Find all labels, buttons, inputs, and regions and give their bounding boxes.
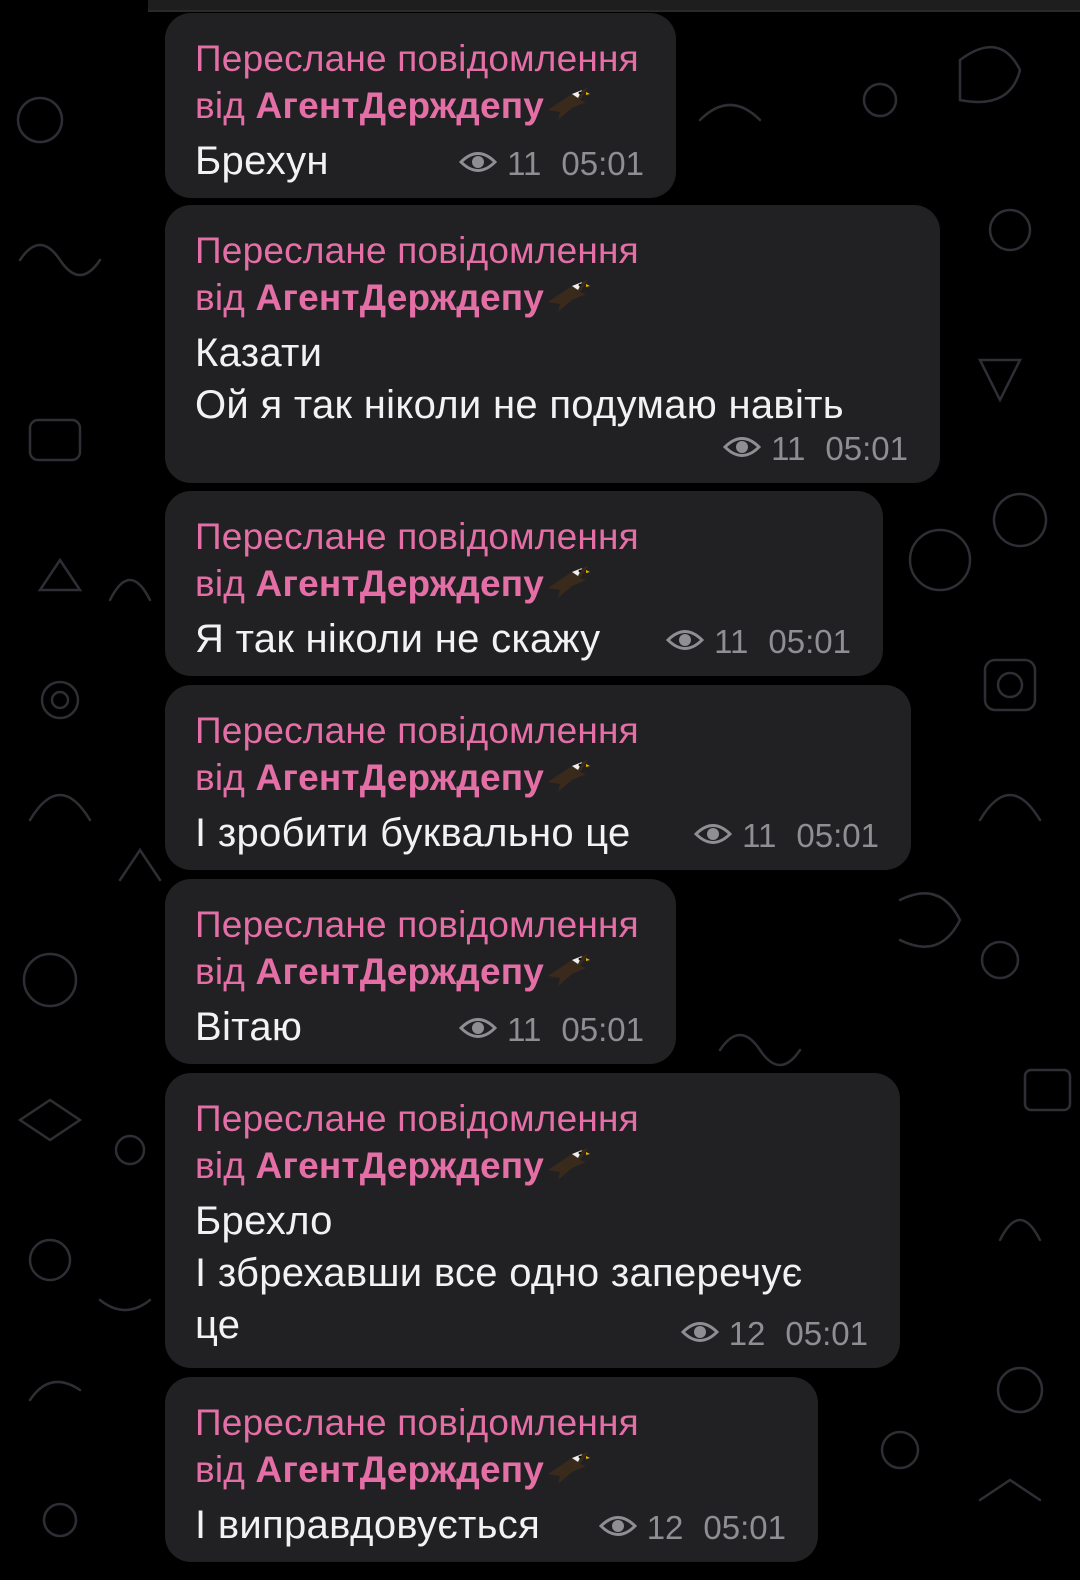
message-time: 05:01 [785,1315,868,1352]
message-time: 05:01 [703,1509,786,1546]
forward-sender-name[interactable]: АгентДерждепу [256,563,545,604]
eye-icon [666,622,705,662]
message-text-line: Брехло [195,1199,333,1243]
forward-label: Переслане повідомлення [195,710,639,751]
forward-from-prefix: від [195,563,256,604]
message-meta: 12 05:01 [680,1314,868,1354]
forward-header: Переслане повідомлення від АгентДерждепу [195,513,853,613]
eagle-emoji-icon [546,278,591,327]
top-panel-edge [148,0,1080,12]
eye-icon [680,1314,719,1354]
message-bubble[interactable]: Переслане повідомлення від АгентДерждепу… [165,879,676,1064]
message-bubble[interactable]: Переслане повідомлення від АгентДерждепу… [165,491,883,676]
forward-sender-name[interactable]: АгентДерждепу [256,951,545,992]
view-count: 12 [646,1509,684,1546]
message-bubble[interactable]: Переслане повідомлення від АгентДерждепу… [165,1073,900,1368]
message-bubble[interactable]: Переслане повідомлення від АгентДерждепу… [165,13,676,198]
message-meta: 11 05:01 [666,622,851,662]
view-count: 12 [728,1315,766,1352]
eagle-emoji-icon [546,1450,591,1499]
view-count: 11 [742,817,777,854]
message-time: 05:01 [768,623,851,660]
forward-from-prefix: від [195,1145,256,1186]
message-time: 05:01 [561,1011,644,1048]
forward-sender-name[interactable]: АгентДерждепу [256,277,545,318]
forward-from-prefix: від [195,757,256,798]
forward-from-prefix: від [195,1449,256,1490]
forward-from-prefix: від [195,951,256,992]
message-bubble[interactable]: Переслане повідомлення від АгентДерждепу… [165,685,911,870]
forward-label: Переслане повідомлення [195,1402,639,1443]
message-text-line: Казати [195,331,323,375]
message-bubble[interactable]: Переслане повідомлення від АгентДерждепу… [165,205,940,483]
message-meta: 11 05:01 [694,816,879,856]
forward-label: Переслане повідомлення [195,38,639,79]
eagle-emoji-icon [546,86,591,135]
view-count: 11 [714,623,749,660]
forward-header: Переслане повідомлення від АгентДерждепу [195,707,881,807]
message-text-line: І збрехавши все одно заперечує [195,1251,803,1295]
eye-icon [459,1010,498,1050]
forward-sender-name[interactable]: АгентДерждепу [256,1449,545,1490]
forward-header: Переслане повідомлення від АгентДерждепу [195,1399,788,1499]
eagle-emoji-icon [546,952,591,1001]
message-meta: 12 05:01 [598,1508,786,1548]
message-meta: 11 05:01 [723,429,908,469]
eye-icon [723,429,762,469]
forward-header: Переслане повідомлення від АгентДерждепу [195,35,646,135]
forward-label: Переслане повідомлення [195,230,639,271]
view-count: 11 [507,1011,542,1048]
eagle-emoji-icon [546,758,591,807]
message-meta: 11 05:01 [459,1010,644,1050]
forward-label: Переслане повідомлення [195,1098,639,1139]
message-time: 05:01 [825,430,908,467]
forward-sender-name[interactable]: АгентДерждепу [256,85,545,126]
eye-icon [598,1508,637,1548]
message-text-line: Ой я так ніколи не подумаю навіть [195,383,844,427]
view-count: 11 [771,430,806,467]
eye-icon [459,144,498,184]
message-bubble[interactable]: Переслане повідомлення від АгентДерждепу… [165,1377,818,1562]
forward-sender-name[interactable]: АгентДерждепу [256,1145,545,1186]
forward-header: Переслане повідомлення від АгентДерждепу [195,227,910,327]
view-count: 11 [507,145,542,182]
forward-from-prefix: від [195,85,256,126]
forward-header: Переслане повідомлення від АгентДерждепу [195,1095,870,1195]
message-text: Казати Ой я так ніколи не подумаю навіть [195,327,910,431]
message-time: 05:01 [561,145,644,182]
eye-icon [694,816,733,856]
forward-header: Переслане повідомлення від АгентДерждепу [195,901,646,1001]
message-meta: 11 05:01 [459,144,644,184]
forward-sender-name[interactable]: АгентДерждепу [256,757,545,798]
forward-label: Переслане повідомлення [195,516,639,557]
forward-from-prefix: від [195,277,256,318]
forward-label: Переслане повідомлення [195,904,639,945]
message-time: 05:01 [796,817,879,854]
eagle-emoji-icon [546,564,591,613]
eagle-emoji-icon [546,1146,591,1195]
